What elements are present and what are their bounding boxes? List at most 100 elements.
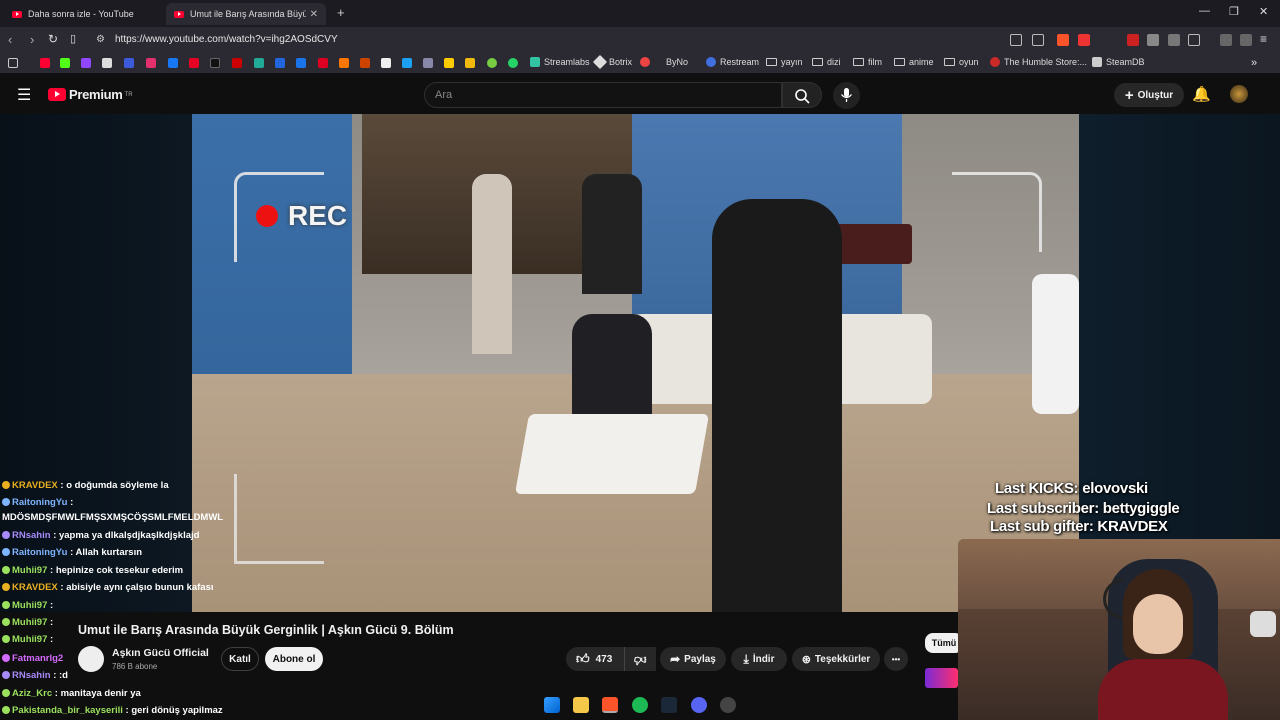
create-button[interactable]: + Oluştur (1114, 83, 1184, 107)
tab-current-video[interactable]: Umut ile Barış Arasında Büyük G ✕ (166, 3, 326, 25)
media-icon[interactable] (1220, 34, 1232, 46)
facebook-bookmark-icon[interactable] (168, 58, 178, 68)
tab-watch-later[interactable]: Daha sonra izle - YouTube (4, 3, 166, 25)
bookmark-icon[interactable] (232, 58, 242, 68)
new-tab-button[interactable]: + (337, 5, 345, 20)
chat-username[interactable]: RNsahin (12, 530, 51, 541)
hamburger-menu-icon[interactable]: ☰ (17, 85, 31, 105)
channel-name[interactable]: Aşkın Gücü Official (112, 647, 209, 659)
bookmark-folder-anime[interactable]: anime (894, 57, 934, 67)
bookmark-restream[interactable]: Restream (706, 57, 759, 67)
bookmark-folder-oyun[interactable]: oyun (944, 57, 979, 67)
share-page-icon[interactable] (1032, 34, 1044, 46)
chat-username[interactable]: RaitoningYu (12, 547, 67, 558)
search-input[interactable]: Ara (424, 82, 782, 108)
extensions-menu-icon[interactable] (1168, 34, 1180, 46)
bookmark-icon[interactable] (296, 58, 306, 68)
channel-avatar[interactable] (78, 646, 104, 672)
bookmark-byno[interactable]: ByNo (640, 57, 688, 67)
download-button[interactable]: ⤓ İndir (731, 647, 787, 671)
bookmark-folder-yayin[interactable]: yayın (766, 57, 803, 67)
reload-icon[interactable]: ↻ (48, 32, 58, 46)
chat-username[interactable]: KRAVDEX (12, 480, 58, 491)
chat-username[interactable]: Fatmanrlg2 (12, 653, 63, 664)
bookmark-icon[interactable] (423, 58, 433, 68)
bookmark-botrix[interactable]: Botrix (592, 54, 632, 70)
dislike-button[interactable]: 👍︎ (624, 647, 656, 671)
bookmark-icon[interactable] (360, 58, 370, 68)
minimize-button[interactable]: — (1199, 5, 1210, 17)
chat-username[interactable]: Muhii97 (12, 600, 47, 611)
youtube-bookmark-icon[interactable] (40, 58, 50, 68)
bookmark-folder-dizi[interactable]: dizi (812, 57, 841, 67)
bookmark-steamdb[interactable]: SteamDB (1092, 57, 1145, 67)
join-button[interactable]: Katıl (221, 647, 259, 671)
more-actions-button[interactable]: ••• (884, 647, 908, 671)
windows-start-icon[interactable] (544, 697, 560, 713)
forward-icon[interactable]: › (30, 32, 34, 47)
x-bookmark-icon[interactable] (102, 58, 112, 68)
amazon-bookmark-icon[interactable] (381, 58, 391, 68)
url-field[interactable]: https://www.youtube.com/watch?v=ihg2AOSd… (115, 34, 338, 45)
bookmark-icon[interactable] (444, 58, 454, 68)
file-explorer-icon[interactable] (573, 697, 589, 713)
close-window-button[interactable]: ✕ (1259, 5, 1268, 18)
bookmark-icon[interactable] (254, 58, 264, 68)
chat-username[interactable]: Muhii97 (12, 565, 47, 576)
binance-bookmark-icon[interactable] (465, 58, 475, 68)
bookmark-icon[interactable] (318, 58, 328, 68)
site-settings-icon[interactable]: ⚙ (96, 34, 105, 45)
menu-icon[interactable]: ≡ (1260, 32, 1267, 46)
bookmark-humble-store[interactable]: The Humble Store:... (990, 57, 1087, 67)
brave-browser-icon[interactable] (602, 697, 618, 713)
avatar[interactable] (1230, 85, 1248, 103)
whatsapp-bookmark-icon[interactable] (508, 58, 518, 68)
kick-bookmark-icon[interactable] (60, 58, 70, 68)
extension-icon[interactable] (1127, 34, 1139, 46)
subscribe-button[interactable]: Abone ol (265, 647, 323, 671)
thanks-button[interactable]: ⊛ Teşekkürler (792, 647, 880, 671)
chat-username[interactable]: Aziz_Krc (12, 688, 52, 699)
pinterest-bookmark-icon[interactable] (189, 58, 199, 68)
chat-username[interactable]: RNsahin (12, 670, 51, 681)
brave-shields-icon[interactable] (1057, 34, 1069, 46)
bookmark-icon[interactable] (275, 58, 285, 68)
folder-icon (853, 58, 864, 66)
more-bookmarks-icon[interactable]: » (1251, 57, 1257, 69)
instagram-bookmark-icon[interactable] (146, 58, 156, 68)
maximize-button[interactable]: ❐ (1229, 5, 1239, 18)
steam-icon[interactable] (661, 697, 677, 713)
bookmark-icon[interactable]: ▯ (70, 32, 76, 45)
twitch-bookmark-icon[interactable] (81, 58, 91, 68)
bookmark-icon[interactable] (487, 58, 497, 68)
back-icon[interactable]: ‹ (8, 32, 12, 47)
apps-grid-icon[interactable] (8, 58, 18, 68)
sidebar-icon[interactable] (1188, 34, 1200, 46)
share-button[interactable]: ➦ Paylaş (660, 647, 726, 671)
chat-username[interactable]: Muhii97 (12, 617, 47, 628)
bookmark-icon[interactable] (124, 58, 134, 68)
bookmark-icon[interactable] (402, 58, 412, 68)
chat-username[interactable]: KRAVDEX (12, 582, 58, 593)
youtube-premium-logo[interactable]: Premium TR (48, 87, 133, 102)
video-player[interactable]: REC (192, 114, 1079, 612)
obs-icon[interactable] (720, 697, 736, 713)
bookmark-icon[interactable] (339, 58, 349, 68)
chat-username[interactable]: Pakistanda_bir_kayserili (12, 705, 123, 716)
close-tab-icon[interactable]: ✕ (310, 9, 318, 20)
tiktok-bookmark-icon[interactable] (210, 58, 220, 68)
chat-username[interactable]: RaitoningYu (12, 497, 67, 508)
leo-ai-icon[interactable] (1240, 34, 1252, 46)
bookmark-streamlabs[interactable]: Streamlabs (530, 57, 590, 67)
search-button[interactable] (782, 82, 822, 108)
bookmark-folder-film[interactable]: film (853, 57, 882, 67)
voice-search-button[interactable] (833, 82, 860, 109)
recommended-thumbnail[interactable] (925, 668, 958, 688)
screen-cast-icon[interactable] (1010, 34, 1022, 46)
notifications-bell-icon[interactable]: 🔔 (1192, 85, 1211, 103)
rewards-icon[interactable] (1078, 34, 1090, 46)
spotify-icon[interactable] (632, 697, 648, 713)
extension-icon[interactable] (1147, 34, 1159, 46)
chat-username[interactable]: Muhii97 (12, 634, 47, 645)
discord-icon[interactable] (691, 697, 707, 713)
